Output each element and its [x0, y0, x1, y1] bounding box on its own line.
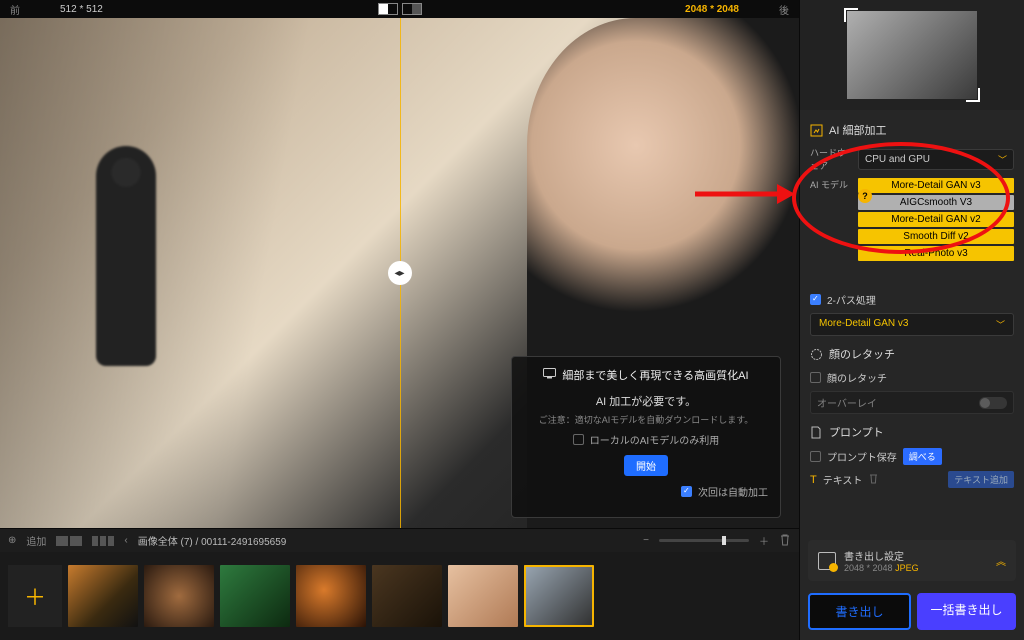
background-figure [96, 146, 156, 366]
model-option[interactable]: Real-Photo v3 [858, 246, 1014, 261]
info-need-line: AI 加工が必要です。 [524, 393, 768, 409]
thumbnail[interactable] [372, 565, 442, 627]
prompt-icon [810, 426, 823, 439]
two-pass-checkbox[interactable] [810, 294, 821, 305]
help-icon[interactable]: ? [858, 189, 872, 203]
side-preview [800, 0, 1024, 110]
after-label: 後 [779, 2, 789, 17]
chevron-down-icon: ﹀ [998, 153, 1007, 166]
compare-topbar: 前 512 * 512 2048 * 2048 後 [0, 0, 799, 18]
compare-mode-split-icon[interactable] [378, 3, 398, 15]
chevron-up-icon: ︽ [996, 553, 1006, 568]
info-title: 細部まで美しく再現できる高画質化AI [562, 367, 748, 383]
before-label: 前 [10, 2, 20, 17]
thumbnail[interactable] [220, 565, 290, 627]
zoom-out-icon[interactable]: − [643, 535, 649, 546]
model-dropdown-open: More-Detail GAN v3 AIGCsmooth V3 More-De… [858, 178, 1014, 261]
batch-export-button[interactable]: 一括書き出し [917, 593, 1016, 630]
export-settings-icon [818, 552, 836, 570]
info-note: ご注意：適切なAIモデルを自動ダウンロードします。 [524, 413, 768, 426]
overlay-select[interactable]: オーバーレイ [810, 391, 1014, 414]
side-preview-image [847, 11, 977, 99]
two-pass-label: 2-パス処理 [827, 292, 876, 307]
switch-icon[interactable] [979, 397, 1007, 409]
add-icon[interactable]: ⊕ [8, 535, 16, 546]
compare-mode-side-icon[interactable] [402, 3, 422, 15]
after-dimensions: 2048 * 2048 [685, 4, 739, 15]
text-icon: T [810, 474, 817, 486]
view-grid-icon[interactable] [56, 536, 82, 546]
delete-icon[interactable] [779, 533, 791, 549]
model-option[interactable]: AIGCsmooth V3 [858, 195, 1014, 210]
ai-info-panel: 細部まで美しく再現できる高画質化AI AI 加工が必要です。 ご注意：適切なAI… [511, 356, 781, 518]
auto-next-checkbox[interactable] [681, 486, 692, 497]
monitor-icon [543, 368, 556, 382]
prompt-section-title: プロンプト [829, 424, 884, 440]
thumbnail-selected[interactable] [524, 565, 594, 627]
current-filename: 00111-2491695659 [201, 537, 286, 548]
detail-icon [810, 124, 823, 137]
detail-section-title: AI 細部加工 [829, 122, 886, 138]
text-add-button[interactable]: テキスト追加 [948, 471, 1014, 488]
before-dimensions: 512 * 512 [60, 4, 103, 15]
local-only-label: ローカルのAIモデルのみ利用 [590, 432, 719, 447]
text-trash-icon[interactable] [868, 472, 879, 487]
thumbnail[interactable] [296, 565, 366, 627]
nav-prev-icon[interactable]: ‹ [124, 535, 127, 546]
retouch-label: 顔のレタッチ [827, 370, 887, 385]
retouch-section-title: 顔のレタッチ [829, 346, 895, 362]
viewer-footer: ⊕ 追加 ‹ 画像全体 (7) / 00111-2491695659 − ＋ [0, 528, 799, 552]
start-button[interactable]: 開始 [624, 455, 668, 476]
add-label: 追加 [26, 533, 46, 548]
retouch-checkbox[interactable] [810, 372, 821, 383]
zoom-slider[interactable] [659, 539, 749, 542]
hardware-label: ハードウェア [810, 146, 852, 172]
model-option[interactable]: More-Detail GAN v3 [858, 178, 1014, 193]
face-icon [810, 348, 823, 361]
investigate-button[interactable]: 調べる [903, 448, 942, 465]
thumbnail[interactable] [144, 565, 214, 627]
thumbnail-strip: ＋ [0, 552, 799, 640]
prompt-save-checkbox[interactable] [810, 451, 821, 462]
two-pass-model-select[interactable]: More-Detail GAN v3 ﹀ [810, 313, 1014, 336]
auto-next-label: 次回は自動加工 [698, 484, 768, 499]
export-button[interactable]: 書き出し [808, 593, 911, 630]
thumbnail[interactable] [68, 565, 138, 627]
thumbnail[interactable] [448, 565, 518, 627]
hardware-select[interactable]: CPU and GPU ﹀ [858, 149, 1014, 170]
compare-handle-icon[interactable]: ◂▸ [388, 261, 412, 285]
add-image-button[interactable]: ＋ [8, 565, 62, 627]
image-viewer[interactable]: ◂▸ 細部まで美しく再現できる高画質化AI AI 加工が必要です。 ご注意：適切… [0, 18, 799, 528]
zoom-in-icon[interactable]: ＋ [759, 533, 769, 548]
local-only-checkbox[interactable] [573, 434, 584, 445]
text-label: テキスト [823, 472, 863, 487]
prompt-save-label: プロンプト保存 [827, 449, 897, 464]
export-title: 書き出し設定 [844, 548, 988, 563]
model-option[interactable]: Smooth Diff v2 [858, 229, 1014, 244]
model-option[interactable]: More-Detail GAN v2 [858, 212, 1014, 227]
view-list-icon[interactable] [92, 536, 114, 546]
export-settings[interactable]: 書き出し設定 2048 * 2048 JPEG ︽ [808, 540, 1016, 581]
chevron-down-icon: ﹀ [996, 318, 1005, 331]
model-label: AI モデル [810, 178, 852, 191]
